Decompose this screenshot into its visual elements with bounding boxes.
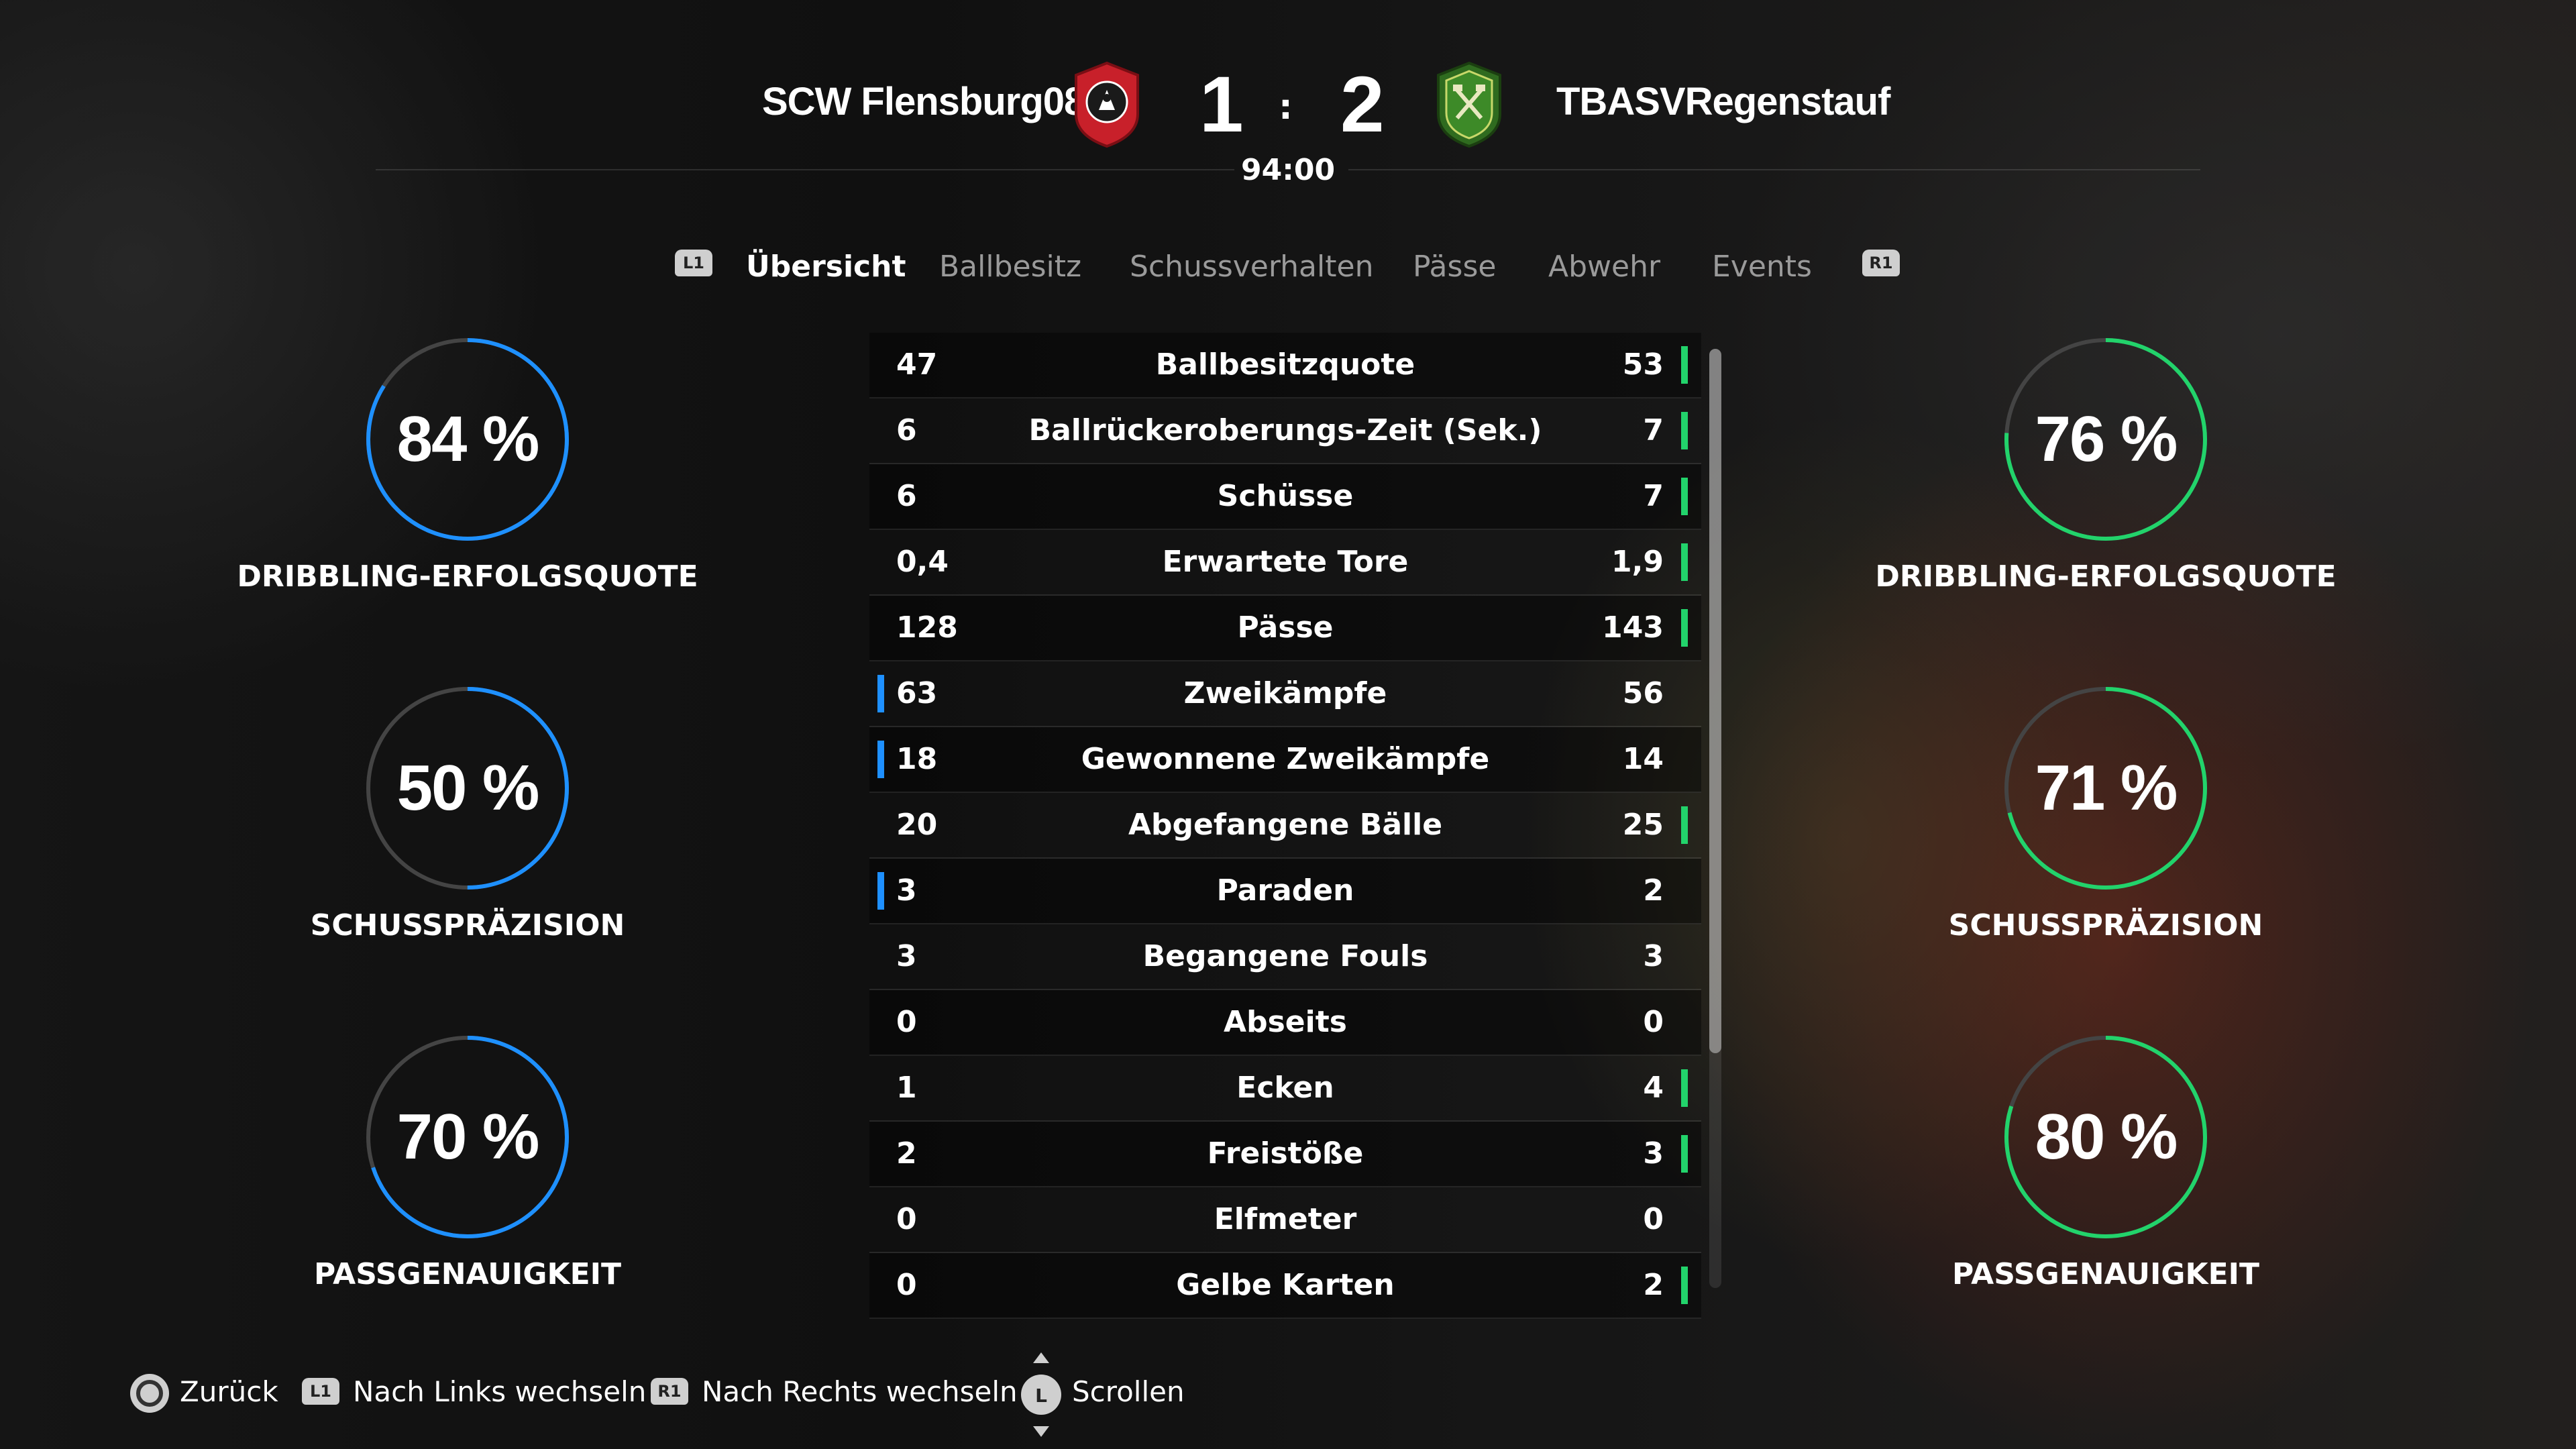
stat-away-value: 143 [1602,610,1664,645]
away-leader-bar [1681,609,1688,647]
away-leader-bar [1681,1135,1688,1173]
stat-row-elfmeter: 0 Elfmeter 0 [869,1187,1701,1253]
stat-label: Ballbesitzquote [1155,347,1415,382]
stat-row-ballrueckeroberung: 6 Ballrückeroberungs-Zeit (Sek.) 7 [869,398,1701,464]
stat-away-value: 2 [1643,873,1664,908]
stat-row-paesse: 128 Pässe 143 [869,596,1701,661]
away-leader-bar [1681,478,1688,515]
stat-label: Ecken [1236,1071,1334,1105]
match-clock: 94:00 [1241,153,1336,187]
away-shot-accuracy-value: 71 % [2035,752,2178,824]
stat-away-value: 14 [1622,742,1664,776]
tab-abwehr[interactable]: Abwehr [1548,250,1660,284]
stats-scrollbar[interactable] [1709,349,1721,1288]
stat-row-schuesse: 6 Schüsse 7 [869,464,1701,530]
away-leader-bar [1681,1069,1688,1107]
stat-away-value: 7 [1643,413,1664,447]
stat-row-paraden: 3 Paraden 2 [869,859,1701,924]
stat-label: Begangene Fouls [1142,939,1428,973]
score-separator: : [1279,87,1293,127]
away-leader-bar [1681,1267,1688,1304]
stat-label: Pässe [1237,610,1334,645]
back-hint[interactable]: Zurück [180,1375,278,1408]
stat-row-gelbe-karten: 0 Gelbe Karten 2 [869,1253,1701,1319]
stat-label: Gewonnene Zweikämpfe [1081,742,1490,776]
stat-label: Elfmeter [1214,1202,1357,1236]
stat-row-ecken: 1 Ecken 4 [869,1056,1701,1122]
stat-away-value: 4 [1643,1071,1664,1105]
stat-away-value: 53 [1622,347,1664,382]
home-score: 1 [1199,60,1244,149]
away-team-crest-icon [1437,61,1501,148]
stat-away-value: 3 [1643,1136,1664,1171]
tab-events[interactable]: Events [1712,250,1812,284]
stat-row-gewonnene-zweikaempfe: 18 Gewonnene Zweikämpfe 14 [869,727,1701,793]
scroll-hint[interactable]: Scrollen [1072,1375,1185,1408]
stat-label: Zweikämpfe [1183,676,1387,710]
stat-row-freistoesse: 2 Freistöße 3 [869,1122,1701,1187]
away-leader-bar [1681,346,1688,384]
home-shot-accuracy-label: SCHUSSPRÄZISION [310,908,625,943]
stat-away-value: 25 [1622,808,1664,842]
stats-table[interactable]: 47 Ballbesitzquote 53 6 Ballrückeroberungs-… [869,333,1701,1319]
stat-label: Freistöße [1207,1136,1364,1171]
home-shot-accuracy-value: 50 % [396,752,540,824]
tab-paesse[interactable]: Pässe [1413,250,1496,284]
tab-schussverhalten[interactable]: Schussverhalten [1130,250,1373,284]
tab-ballbesitz[interactable]: Ballbesitz [939,250,1081,284]
stat-away-value: 0 [1643,1202,1664,1236]
tab-uebersicht[interactable]: Übersicht [746,250,906,284]
away-team-name: TBASVRegenstauf [1556,80,1890,123]
stat-away-value: 7 [1643,479,1664,513]
stat-row-ballbesitzquote: 47 Ballbesitzquote 53 [869,333,1701,398]
home-dribbling-label: DRIBBLING-ERFOLGSQUOTE [237,559,698,594]
home-dribbling-value: 84 % [396,403,540,475]
header-divider-right [1348,169,2200,170]
stat-label: Ballrückeroberungs-Zeit (Sek.) [1028,413,1542,447]
l1-button-icon[interactable]: L1 [302,1378,339,1405]
stat-label: Abseits [1224,1005,1347,1039]
away-leader-bar [1681,543,1688,581]
away-leader-bar [1681,806,1688,844]
away-pass-accuracy-value: 80 % [2035,1101,2178,1173]
away-dribbling-label: DRIBBLING-ERFOLGSQUOTE [1875,559,2337,594]
stat-row-zweikaempfe: 63 Zweikämpfe 56 [869,661,1701,727]
r1-button-icon[interactable]: R1 [651,1378,688,1405]
home-pass-accuracy-label: PASSGENAUIGKEIT [313,1257,622,1291]
away-shot-accuracy-label: SCHUSSPRÄZISION [1948,908,2263,943]
stat-row-begangene-fouls: 3 Begangene Fouls 3 [869,924,1701,990]
stat-row-abgefangene-baelle: 20 Abgefangene Bälle 25 [869,793,1701,859]
away-score: 2 [1340,60,1385,149]
header-divider-left [376,169,1234,170]
svg-text:L: L [1035,1385,1047,1407]
away-leader-bar [1681,412,1688,449]
stat-away-value: 1,9 [1611,545,1664,579]
l1-button-icon[interactable]: L1 [675,250,712,276]
home-team-name: SCW Flensburg08 [762,80,1085,123]
switch-right-hint[interactable]: Nach Rechts wechseln [702,1375,1018,1408]
circle-button-icon[interactable] [129,1373,170,1414]
stat-label: Erwartete Tore [1162,545,1409,579]
stat-label: Gelbe Karten [1176,1268,1395,1302]
stat-away-value: 0 [1643,1005,1664,1039]
stat-row-erwartete-tore: 0,4 Erwartete Tore 1,9 [869,530,1701,596]
away-pass-accuracy-label: PASSGENAUIGKEIT [1951,1257,2260,1291]
home-pass-accuracy-value: 70 % [396,1101,540,1173]
stat-away-value: 56 [1622,676,1664,710]
r1-button-icon[interactable]: R1 [1862,250,1900,276]
left-stick-scroll-icon[interactable]: L [1017,1350,1065,1440]
stat-away-value: 3 [1643,939,1664,973]
home-team-crest-icon [1075,61,1139,148]
stats-scroll-thumb[interactable] [1709,349,1721,1053]
stat-label: Paraden [1216,873,1354,908]
stat-away-value: 2 [1643,1268,1664,1302]
stat-label: Schüsse [1217,479,1354,513]
away-dribbling-value: 76 % [2035,403,2178,475]
stat-label: Abgefangene Bälle [1128,808,1443,842]
switch-left-hint[interactable]: Nach Links wechseln [353,1375,646,1408]
stat-row-abseits: 0 Abseits 0 [869,990,1701,1056]
